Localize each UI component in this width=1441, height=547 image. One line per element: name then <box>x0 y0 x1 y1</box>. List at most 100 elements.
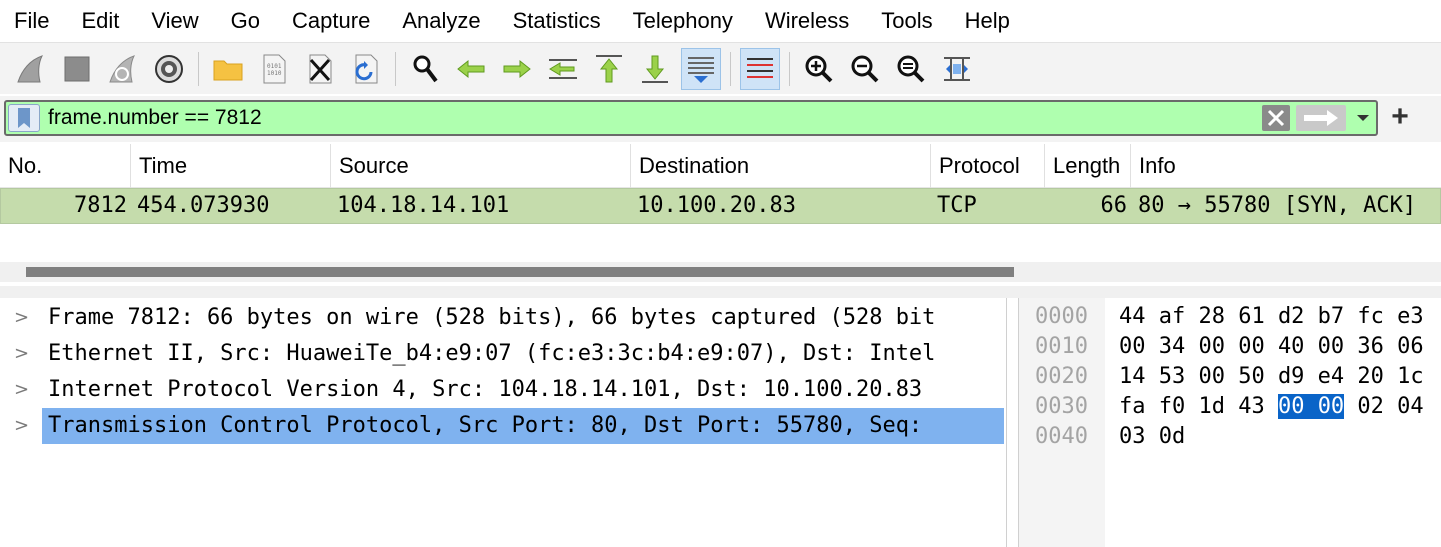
chevron-right-icon[interactable]: > <box>14 372 30 408</box>
autoscroll-button[interactable] <box>681 47 721 90</box>
go-forward-button[interactable] <box>497 48 537 90</box>
display-filter-bar: frame.number == 7812 + <box>0 96 1441 142</box>
hex-bytes: 44 af 28 61 d2 b7 fc e3 <box>1119 304 1424 329</box>
menu-telephony[interactable]: Telephony <box>617 0 749 42</box>
hex-line[interactable]: 14 53 00 50 d9 e4 20 1c <box>1119 362 1424 392</box>
bookmark-icon <box>18 108 30 128</box>
hex-line[interactable]: 00 34 00 00 40 00 36 06 <box>1119 332 1424 362</box>
packet-list-header: No. Time Source Destination Protocol Len… <box>0 144 1441 188</box>
reload-file-icon <box>355 54 378 83</box>
column-header-length[interactable]: Length <box>1045 144 1131 188</box>
tree-item-ipv4[interactable]: > Internet Protocol Version 4, Src: 104.… <box>0 372 1006 408</box>
column-header-no[interactable]: No. <box>0 144 131 188</box>
add-filter-button[interactable]: + <box>1386 102 1414 134</box>
svg-text:1010: 1010 <box>267 70 282 77</box>
packet-destination: 10.100.20.83 <box>637 193 796 218</box>
column-header-info[interactable]: Info <box>1131 144 1441 188</box>
resize-columns-button[interactable] <box>937 48 977 90</box>
chevron-right-icon[interactable]: > <box>14 336 30 372</box>
clear-filter-button[interactable] <box>1262 105 1290 131</box>
svg-text:0101: 0101 <box>267 63 282 70</box>
scrollbar-thumb[interactable] <box>26 267 1014 277</box>
capture-options-button[interactable] <box>149 48 189 90</box>
display-filter-input[interactable]: frame.number == 7812 <box>48 102 262 134</box>
filter-bookmark-button[interactable] <box>8 104 40 132</box>
colorize-icon <box>747 57 773 78</box>
menu-capture[interactable]: Capture <box>276 0 386 42</box>
chevron-right-icon[interactable]: > <box>14 408 30 444</box>
apply-filter-button[interactable] <box>1296 105 1346 131</box>
hex-bytes-highlighted: 00 00 <box>1277 394 1345 419</box>
packet-row[interactable]: 7812 454.073930 104.18.14.101 10.100.20.… <box>0 188 1441 224</box>
column-header-destination[interactable]: Destination <box>631 144 931 188</box>
hex-line[interactable]: 03 0d <box>1119 422 1185 452</box>
tree-item-tcp[interactable]: > Transmission Control Protocol, Src Por… <box>0 408 1006 444</box>
go-to-packet-button[interactable] <box>543 48 583 90</box>
chevron-right-icon[interactable]: > <box>14 300 30 336</box>
toolbar-separator <box>730 51 731 86</box>
autoscroll-icon <box>688 56 714 83</box>
zoom-in-button[interactable] <box>799 48 839 90</box>
tree-item-label: Ethernet II, Src: HuaweiTe_b4:e9:07 (fc:… <box>48 341 936 366</box>
colorize-button[interactable] <box>740 47 780 90</box>
menu-go[interactable]: Go <box>215 0 276 42</box>
packet-length: 66 <box>1100 193 1128 218</box>
start-capture-button[interactable] <box>11 48 51 90</box>
zoom-normal-button[interactable] <box>891 48 931 90</box>
go-last-packet-button[interactable] <box>635 48 675 90</box>
menu-view[interactable]: View <box>135 0 214 42</box>
column-header-protocol[interactable]: Protocol <box>931 144 1045 188</box>
menu-tools[interactable]: Tools <box>865 0 948 42</box>
zoom-out-button[interactable] <box>845 48 885 90</box>
zoom-in-icon <box>805 55 833 82</box>
hex-bytes: 03 0d <box>1119 424 1186 449</box>
packet-list-horizontal-scrollbar[interactable] <box>0 262 1441 282</box>
menu-wireless[interactable]: Wireless <box>749 0 865 42</box>
go-to-packet-icon <box>549 58 577 79</box>
zoom-out-icon <box>851 55 879 82</box>
hex-bytes: 00 34 00 00 40 00 36 06 <box>1119 334 1424 359</box>
byte-offset: 0030 <box>1035 394 1088 419</box>
open-file-button[interactable] <box>208 48 248 90</box>
byte-offset: 0020 <box>1035 364 1088 389</box>
tree-item-label: Frame 7812: 66 bytes on wire (528 bits),… <box>48 305 936 330</box>
stop-capture-button[interactable] <box>57 48 97 90</box>
pane-splitter[interactable] <box>0 286 1441 298</box>
tree-item-ethernet[interactable]: > Ethernet II, Src: HuaweiTe_b4:e9:07 (f… <box>0 336 1006 372</box>
menu-analyze[interactable]: Analyze <box>386 0 496 42</box>
hex-line[interactable]: 44 af 28 61 d2 b7 fc e3 <box>1119 302 1424 332</box>
column-header-source[interactable]: Source <box>331 144 631 188</box>
go-forward-arrow-icon <box>503 59 531 78</box>
file-close-icon <box>309 54 332 83</box>
packet-no: 7812 <box>74 193 127 218</box>
go-first-packet-button[interactable] <box>589 48 629 90</box>
menu-edit[interactable]: Edit <box>65 0 135 42</box>
filter-history-dropdown[interactable] <box>1352 106 1374 130</box>
find-packet-button[interactable] <box>405 48 445 90</box>
packet-details-pane: > Frame 7812: 66 bytes on wire (528 bits… <box>0 298 1007 547</box>
zoom-normal-icon <box>897 55 925 82</box>
go-back-button[interactable] <box>451 48 491 90</box>
find-magnifier-icon <box>413 55 438 82</box>
packet-protocol: TCP <box>937 193 977 218</box>
hex-line[interactable]: fa f0 1d 43 00 00 02 04 <box>1119 392 1424 422</box>
save-file-button[interactable]: 0101 1010 <box>254 48 294 90</box>
toolbar-separator <box>789 51 790 86</box>
toolbar-separator <box>395 51 396 86</box>
menu-help[interactable]: Help <box>949 0 1026 42</box>
menu-file[interactable]: File <box>0 0 65 42</box>
byte-offset: 0040 <box>1035 424 1088 449</box>
gear-options-icon <box>155 54 183 83</box>
tree-item-frame[interactable]: > Frame 7812: 66 bytes on wire (528 bits… <box>0 300 1006 336</box>
display-filter-field[interactable]: frame.number == 7812 <box>4 100 1378 136</box>
close-icon <box>1267 109 1285 127</box>
shark-fin-restart-icon <box>109 54 135 82</box>
column-header-time[interactable]: Time <box>131 144 331 188</box>
menu-statistics[interactable]: Statistics <box>497 0 617 42</box>
restart-capture-button[interactable] <box>103 48 143 90</box>
hex-bytes: 14 53 00 50 d9 e4 20 1c <box>1119 364 1424 389</box>
close-file-button[interactable] <box>300 48 340 90</box>
reload-file-button[interactable] <box>346 48 386 90</box>
shark-fin-start-icon <box>17 54 43 82</box>
stop-square-icon <box>64 56 90 81</box>
